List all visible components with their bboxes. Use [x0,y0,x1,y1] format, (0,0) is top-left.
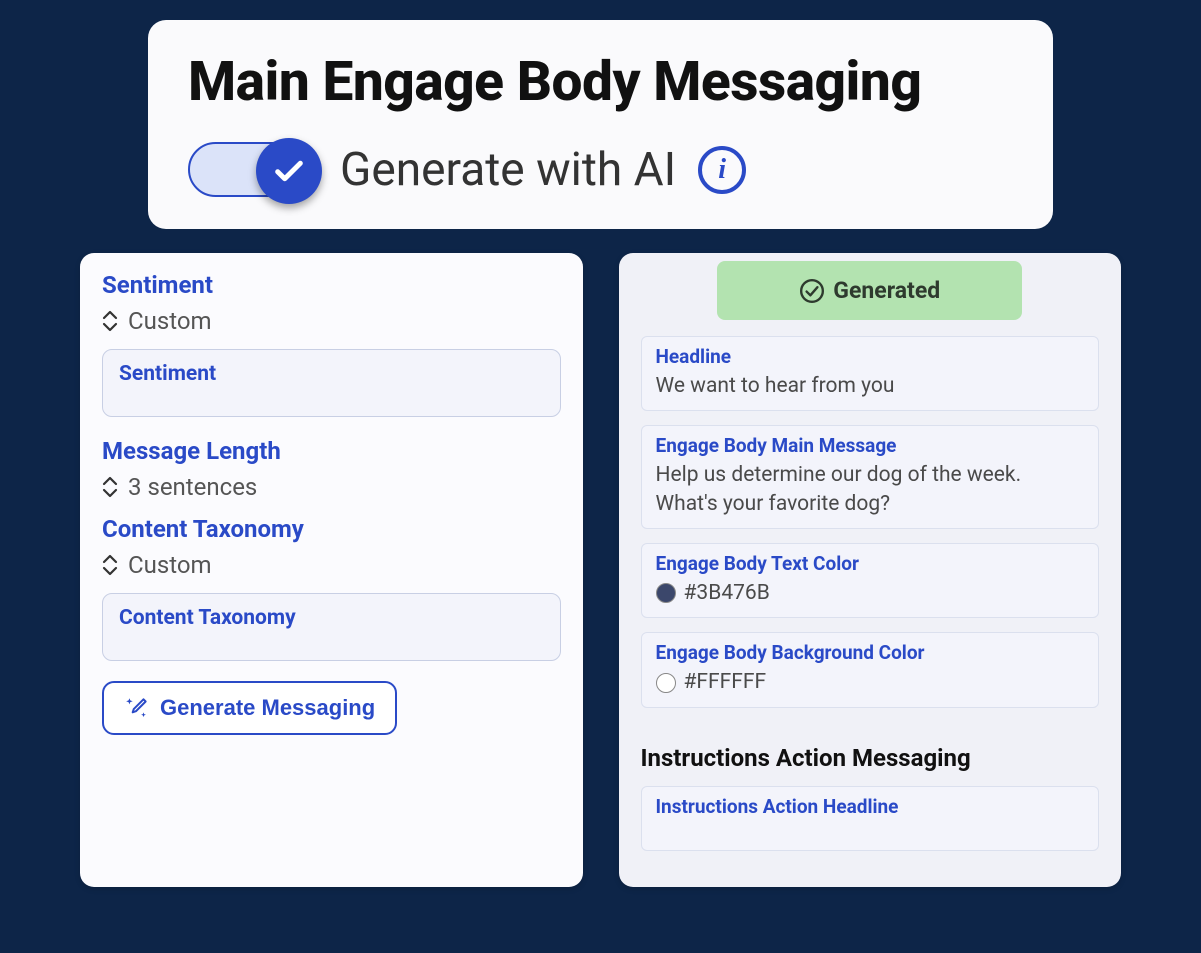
main-columns: Sentiment Custom Sentiment Message Lengt… [80,253,1121,887]
sentiment-stepper[interactable]: Custom [102,307,561,335]
toggle-knob [256,138,322,204]
instructions-headline-label: Instructions Action Headline [656,795,1085,818]
generated-badge-label: Generated [833,277,940,304]
stepper-arrows-icon [102,476,118,498]
sentiment-input[interactable]: Sentiment [102,349,561,417]
generate-ai-toggle[interactable] [188,142,318,197]
content-taxonomy-stepper[interactable]: Custom [102,551,561,579]
generated-badge: Generated [717,261,1022,320]
stepper-arrows-icon [102,310,118,332]
output-card: Generated Headline We want to hear from … [619,253,1122,887]
checkmark-circle-icon [799,278,825,304]
sparkle-icon [124,695,150,721]
page-title: Main Engage Body Messaging [188,50,1013,114]
content-taxonomy-value: Custom [128,551,212,579]
instructions-section-title: Instructions Action Messaging [641,744,1100,772]
message-length-stepper[interactable]: 3 sentences [102,473,561,501]
headline-field-label: Headline [656,345,1085,368]
bg-color-swatch [656,673,676,693]
header-card: Main Engage Body Messaging Generate with… [148,20,1053,229]
generate-button-label: Generate Messaging [160,695,375,721]
sentiment-value: Custom [128,307,212,335]
main-message-value: Help us determine our dog of the week. W… [656,461,1085,518]
sentiment-input-label: Sentiment [119,362,544,386]
bg-color-field[interactable]: Engage Body Background Color #FFFFFF [641,632,1100,707]
text-color-swatch [656,583,676,603]
message-length-value: 3 sentences [128,473,257,501]
text-color-label: Engage Body Text Color [656,552,1085,575]
instructions-headline-field[interactable]: Instructions Action Headline [641,786,1100,851]
text-color-value: #3B476B [684,579,770,607]
content-taxonomy-input-label: Content Taxonomy [119,606,544,630]
checkmark-icon [272,154,306,188]
main-message-field[interactable]: Engage Body Main Message Help us determi… [641,425,1100,529]
generate-ai-label: Generate with AI [340,143,676,197]
toggle-row: Generate with AI i [188,142,1013,197]
content-taxonomy-input[interactable]: Content Taxonomy [102,593,561,661]
sentiment-label: Sentiment [102,271,561,299]
content-taxonomy-label: Content Taxonomy [102,515,561,543]
bg-color-label: Engage Body Background Color [656,641,1085,664]
text-color-field[interactable]: Engage Body Text Color #3B476B [641,543,1100,618]
headline-field[interactable]: Headline We want to hear from you [641,336,1100,411]
stepper-arrows-icon [102,554,118,576]
main-message-label: Engage Body Main Message [656,434,1085,457]
settings-card: Sentiment Custom Sentiment Message Lengt… [80,253,583,887]
info-icon[interactable]: i [698,146,746,194]
headline-field-value: We want to hear from you [656,372,1085,400]
generate-messaging-button[interactable]: Generate Messaging [102,681,397,735]
message-length-label: Message Length [102,437,561,465]
bg-color-value: #FFFFFF [684,668,767,696]
